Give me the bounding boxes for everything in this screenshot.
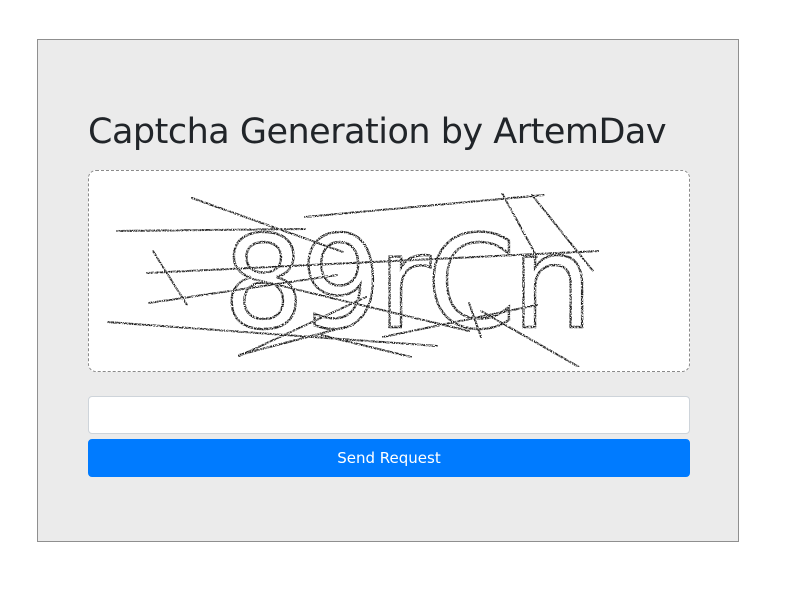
captcha-image: 89rCn xyxy=(88,170,690,372)
svg-text:89rCn: 89rCn xyxy=(223,209,589,358)
page-title: Captcha Generation by ArtemDav xyxy=(88,112,667,152)
captcha-graphic: 89rCn xyxy=(106,192,600,368)
captcha-input[interactable] xyxy=(88,396,690,434)
send-request-button[interactable]: Send Request xyxy=(88,439,690,477)
